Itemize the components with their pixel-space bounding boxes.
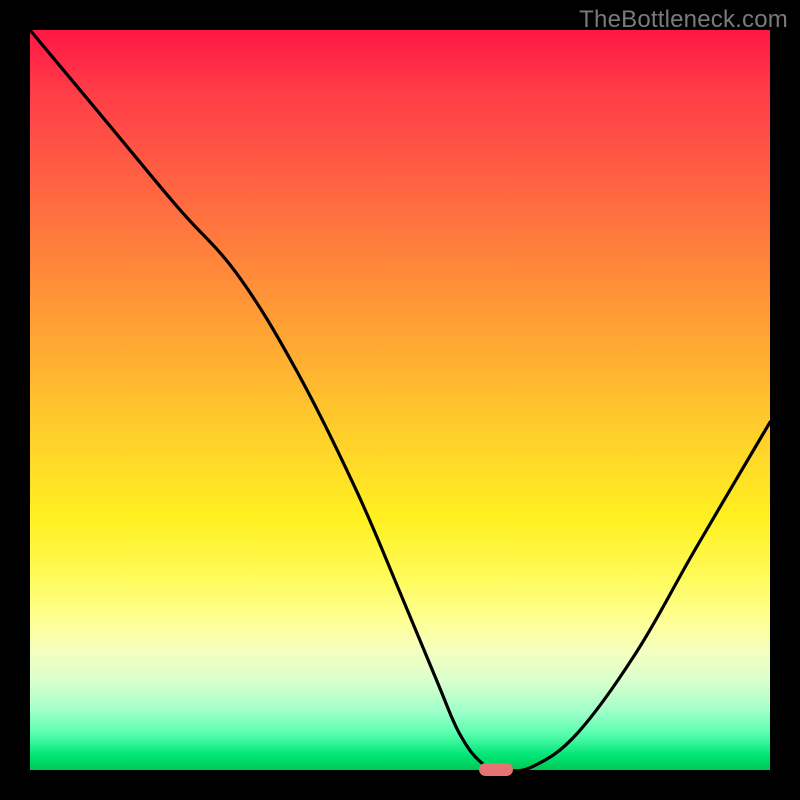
minimum-marker bbox=[479, 763, 513, 776]
bottleneck-curve bbox=[30, 30, 770, 770]
curve-svg bbox=[30, 30, 770, 770]
plot-area bbox=[30, 30, 770, 770]
chart-container: TheBottleneck.com bbox=[0, 0, 800, 800]
